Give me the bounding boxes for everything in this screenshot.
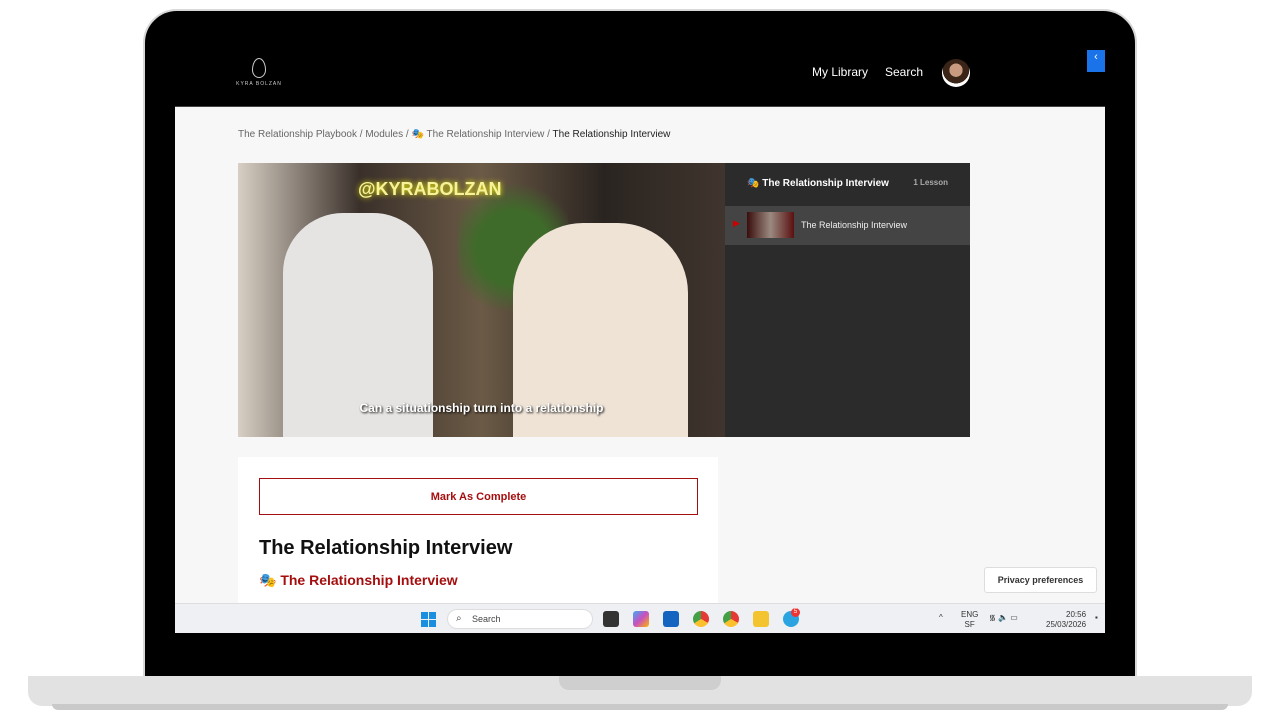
language-indicator[interactable]: ENG SF (961, 610, 978, 630)
lesson-count: 1 Lesson (913, 178, 948, 187)
chevron-left-icon[interactable]: ‹ (1087, 50, 1105, 72)
breadcrumb: The Relationship Playbook / Modules / 🎭 … (238, 129, 670, 140)
laptop-notch (559, 676, 721, 690)
keyboard-layout: SF (964, 620, 975, 629)
file-explorer-icon[interactable] (753, 611, 769, 627)
chevron-up-icon[interactable]: ^ (939, 613, 943, 623)
breadcrumb-module[interactable]: The Relationship Interview (427, 129, 545, 140)
brand-logo[interactable]: KYRA BOLZAN (235, 58, 283, 87)
breadcrumb-separator: / (359, 129, 363, 140)
laptop-base-shadow (52, 704, 1228, 710)
lesson-subheading: 🎭 The Relationship Interview (259, 572, 458, 589)
playlist-item[interactable]: ▶ The Relationship Interview (725, 206, 970, 245)
copilot-icon[interactable] (633, 611, 649, 627)
windows-start-icon[interactable] (421, 612, 436, 627)
date: 25/03/2026 (1046, 620, 1087, 629)
breadcrumb-separator: / (547, 129, 550, 140)
top-nav: KYRA BOLZAN My Library Search ‹ (175, 50, 1105, 107)
taskbar: ⌕ Search 5 ^ ENG SF ᯾ 🔈 ▭ 20:56 25/03/2026 … (175, 603, 1105, 633)
theater-masks-icon: 🎭 (747, 178, 760, 189)
theater-masks-icon: 🎭 (411, 129, 424, 140)
nav-my-library[interactable]: My Library (812, 65, 868, 79)
mark-complete-button[interactable]: Mark As Complete (259, 478, 698, 515)
playlist-title-text: The Relationship Interview (762, 178, 889, 189)
playlist-sidebar: 🎭 The Relationship Interview 1 Lesson ▶ … (725, 163, 970, 437)
taskbar-search[interactable]: ⌕ Search (447, 609, 593, 629)
nav-search[interactable]: Search (885, 65, 923, 79)
breadcrumb-modules[interactable]: Modules (365, 129, 403, 140)
breadcrumb-current: The Relationship Interview (552, 129, 671, 140)
lesson-heading: The Relationship Interview (259, 537, 513, 559)
lesson-subheading-text: The Relationship Interview (280, 572, 458, 588)
time: 20:56 (1066, 610, 1087, 619)
avatar[interactable] (942, 59, 970, 87)
breadcrumb-playbook[interactable]: The Relationship Playbook (238, 129, 357, 140)
video-handle-overlay: @KYRABOLZAN (358, 179, 502, 199)
taskbar-search-placeholder: Search (472, 614, 501, 624)
wifi-volume-battery-icon[interactable]: ᯾ 🔈 ▭ (989, 613, 1018, 623)
language: ENG (961, 610, 979, 619)
logo-text: KYRA BOLZAN (236, 81, 282, 87)
chrome-icon[interactable] (693, 611, 709, 627)
breadcrumb-separator: / (405, 129, 409, 140)
drop-logo-icon (252, 58, 266, 78)
playlist-title: 🎭 The Relationship Interview (747, 178, 889, 189)
search-icon: ⌕ (456, 613, 462, 624)
lesson-thumbnail (747, 212, 794, 238)
play-icon: ▶ (733, 218, 740, 228)
privacy-preferences-button[interactable]: Privacy preferences (984, 567, 1097, 593)
task-view-icon[interactable] (603, 611, 619, 627)
screen: KYRA BOLZAN My Library Search ‹ The Rela… (175, 50, 1105, 633)
chrome-profile-icon[interactable] (723, 611, 739, 627)
clock[interactable]: 20:56 25/03/2026 (1046, 610, 1086, 630)
notification-icon[interactable]: ▪ (1095, 613, 1098, 623)
lesson-title: The Relationship Interview (801, 220, 908, 230)
theater-masks-icon: 🎭 (259, 572, 277, 588)
video-caption: Can a situationship turn into a relation… (359, 401, 604, 415)
mail-icon[interactable] (663, 611, 679, 627)
video-player[interactable]: @KYRABOLZAN Can a situationship turn int… (238, 163, 725, 437)
telegram-badge: 5 (791, 608, 800, 617)
